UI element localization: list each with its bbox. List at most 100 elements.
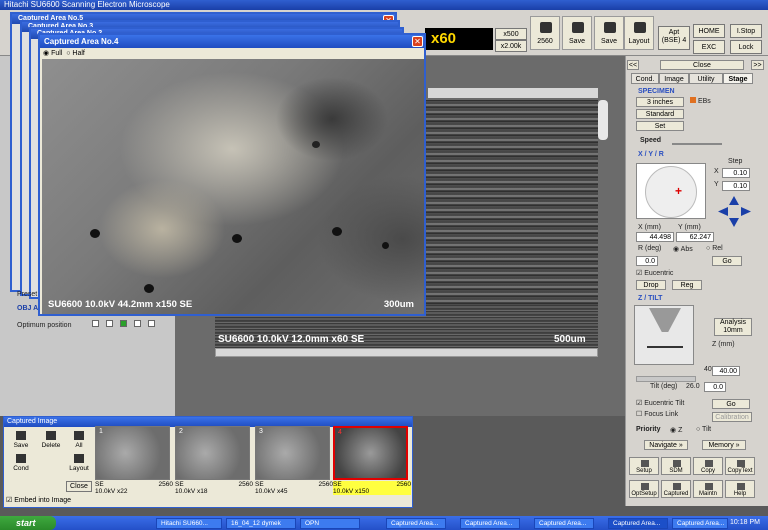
save-button[interactable]: Save (562, 16, 592, 50)
rel-radio-label: Rel (712, 245, 723, 252)
y-position-field[interactable]: 62.247 (676, 232, 714, 242)
taskbar-item-active[interactable]: Captured Area... (608, 518, 668, 529)
ci-cond-button[interactable]: Cond (7, 452, 35, 474)
panel-collapse-button[interactable]: << (627, 60, 639, 70)
drop-button[interactable]: Drop (636, 280, 666, 290)
ci-save-button[interactable]: Save (7, 429, 35, 451)
go-tilt-button[interactable]: Go (712, 399, 750, 409)
tilt-slider[interactable] (636, 376, 696, 382)
eucentric-tilt-checkbox[interactable]: ☑ Eucentric Tilt (636, 399, 684, 407)
sdm-label: SDM (669, 468, 683, 474)
maintenance-button[interactable]: Maintn (693, 480, 723, 498)
home-button[interactable]: HOME (693, 24, 725, 38)
ci-close-button[interactable]: Close (66, 481, 92, 492)
live-view-scrollbar-bottom[interactable] (215, 348, 598, 357)
taskbar-item[interactable]: Hitachi SU660... (156, 518, 222, 529)
view-mode-radios: ◉ Full ○ Half (40, 48, 424, 59)
opt-setup-button[interactable]: OptSetup (629, 480, 659, 498)
go-button[interactable]: Go (712, 256, 742, 266)
taskbar-item[interactable]: Captured Area... (386, 518, 446, 529)
setup-button[interactable]: Setup (629, 457, 659, 475)
lock-button[interactable]: Lock (730, 40, 762, 54)
z-value-field[interactable]: 40.00 (712, 366, 740, 376)
full-radio[interactable]: ◉ (43, 50, 51, 57)
half-radio-label: Half (72, 50, 85, 57)
ci-layout-button[interactable]: Layout (65, 452, 93, 474)
tilt-value-field[interactable]: 0.0 (704, 382, 726, 392)
live-sem-image[interactable] (426, 100, 598, 332)
navigate-button[interactable]: Navigate » (644, 440, 688, 450)
mag-preset-x2k-button[interactable]: x2.00k (495, 40, 527, 52)
ci-delete-button[interactable]: Delete (37, 429, 65, 451)
copy-icon (705, 460, 713, 467)
taskbar-item[interactable]: OPN (300, 518, 360, 529)
mag-preset-x500-button[interactable]: x500 (495, 28, 527, 40)
copy-text-button[interactable]: CopyText (725, 457, 755, 475)
step-y-field[interactable]: 0.10 (722, 181, 750, 191)
surface-pit (144, 284, 154, 293)
embed-into-image-checkbox[interactable]: ☑ Embed into Image (6, 496, 71, 504)
taskbar-item[interactable]: Captured Area... (460, 518, 520, 529)
copy-button[interactable]: Copy (693, 457, 723, 475)
tab-utility[interactable]: Utility (689, 73, 723, 84)
help-button[interactable]: Help (725, 480, 755, 498)
panel-close-button[interactable]: Close (660, 60, 744, 70)
aperture-3-checkbox[interactable] (134, 320, 141, 327)
eucentric-tilt-label: Eucentric Tilt (644, 400, 685, 407)
z-tilt-heading: Z / TILT (638, 295, 663, 302)
tab-image[interactable]: Image (659, 73, 689, 84)
focus-link-checkbox[interactable]: ☐ Focus Link (636, 410, 678, 418)
tilt-max-label: 26.0 (686, 383, 700, 390)
rel-radio[interactable]: ○ Rel (706, 245, 723, 252)
abs-radio[interactable]: ◉ Abs (673, 245, 693, 253)
close-icon[interactable]: ✕ (412, 36, 423, 47)
calibration-button[interactable]: Calibration (712, 412, 752, 422)
tab-cond[interactable]: Cond. (631, 73, 659, 84)
priority-tilt-radio[interactable]: ○ Tilt (696, 426, 711, 433)
speed-slider[interactable] (672, 143, 722, 145)
sdm-button[interactable]: SDM (661, 457, 691, 475)
priority-z-radio[interactable]: ◉ Z (670, 426, 682, 434)
stage-position-map[interactable]: + (636, 163, 706, 219)
aperture-4-checkbox[interactable] (148, 320, 155, 327)
save-all-button[interactable]: Save (594, 16, 624, 50)
memory-button[interactable]: Memory » (702, 440, 746, 450)
tilt-deg-label: Tilt (deg) (650, 383, 678, 390)
captured-button[interactable]: Captured (661, 480, 691, 498)
taskbar-item[interactable]: Captured Area... (672, 518, 728, 529)
stop-button[interactable]: I.Stop (730, 24, 762, 38)
tab-stage[interactable]: Stage (723, 73, 753, 84)
thumbnail-4[interactable]: 4 (333, 426, 408, 480)
specimen-size-select[interactable]: 3 inches (636, 97, 684, 107)
aperture-2-checkbox[interactable] (120, 320, 127, 327)
live-view-side-handle[interactable] (598, 100, 608, 140)
eucentric-checkbox[interactable]: ☑ Eucentric (636, 269, 673, 277)
reg-button[interactable]: Reg (672, 280, 702, 290)
start-button[interactable]: start (0, 516, 56, 530)
camera-icon (540, 22, 552, 33)
captured-area-window-4[interactable]: Captured Area No.4 ✕ ◉ Full ○ Half SU660… (38, 33, 426, 316)
captured-sem-image[interactable]: SU6600 10.0kV 44.2mm x150 SE 300um (42, 59, 424, 314)
objective-lens-icon (649, 308, 681, 332)
capture-count-button[interactable]: 2560 (530, 16, 560, 50)
analysis-10mm-button[interactable]: Analysis 10mm (714, 318, 752, 336)
standard-holder-select[interactable]: Standard (636, 109, 684, 119)
aperture-off-checkbox[interactable] (92, 320, 99, 327)
taskbar-item[interactable]: 16_04_12 dymek (226, 518, 296, 529)
aperture-bse-button[interactable]: Apt (BSE) 4 (658, 26, 690, 50)
thumbnail-3[interactable]: 3 (255, 426, 330, 480)
thumbnail-2[interactable]: 2 (175, 426, 250, 480)
ci-all-button[interactable]: All (65, 429, 93, 451)
cond-icon (16, 454, 26, 463)
layout-button[interactable]: Layout (624, 16, 654, 50)
aperture-1-checkbox[interactable] (106, 320, 113, 327)
exc-button[interactable]: EXC (693, 40, 725, 54)
r-value-field[interactable]: 0.0 (636, 256, 658, 266)
step-x-field[interactable]: 0.10 (722, 168, 750, 178)
panel-expand-button[interactable]: >> (751, 60, 764, 70)
thumbnail-1[interactable]: 1 (95, 426, 170, 480)
x-position-field[interactable]: 44.498 (636, 232, 674, 242)
live-view-scrollbar-top[interactable] (428, 88, 598, 98)
set-button[interactable]: Set (636, 121, 684, 131)
taskbar-item[interactable]: Captured Area... (534, 518, 594, 529)
